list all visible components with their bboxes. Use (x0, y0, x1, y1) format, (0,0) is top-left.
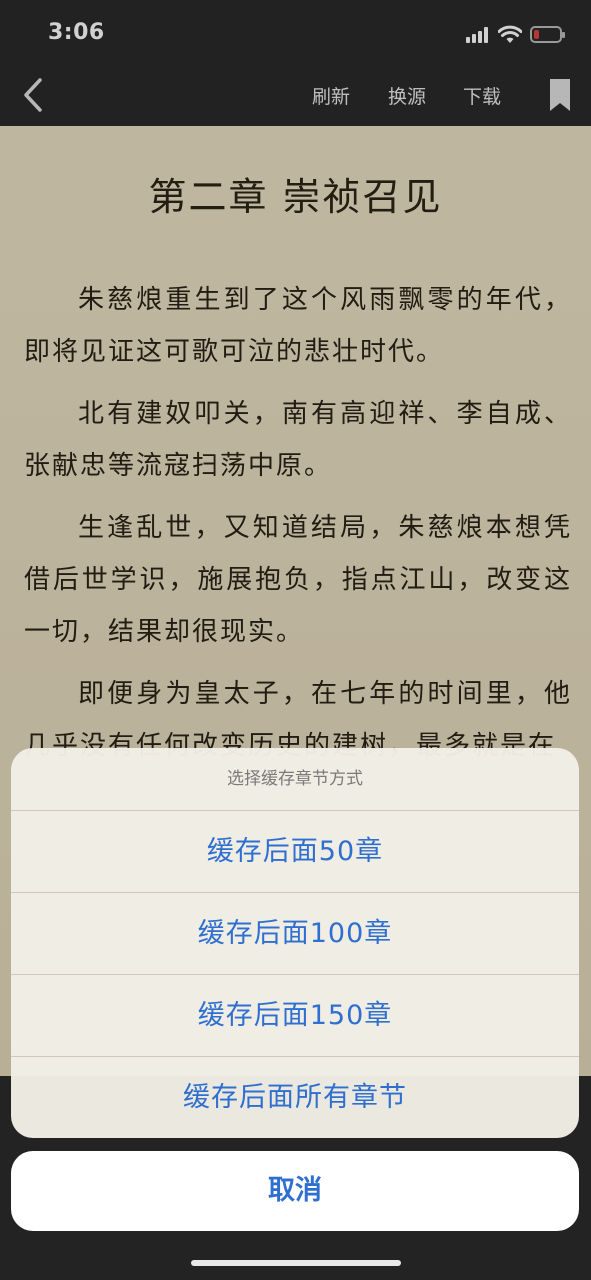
cancel-button[interactable]: 取消 (11, 1151, 579, 1231)
cache-150-option[interactable]: 缓存后面150章 (11, 974, 579, 1056)
cache-50-option[interactable]: 缓存后面50章 (11, 810, 579, 892)
sheet-title: 选择缓存章节方式 (227, 769, 363, 789)
cache-100-option[interactable]: 缓存后面100章 (11, 892, 579, 974)
cache-options-sheet: 选择缓存章节方式 缓存后面50章 缓存后面100章 缓存后面150章 缓存后面所… (11, 748, 579, 1138)
cache-all-option[interactable]: 缓存后面所有章节 (11, 1056, 579, 1138)
home-indicator (191, 1260, 401, 1266)
